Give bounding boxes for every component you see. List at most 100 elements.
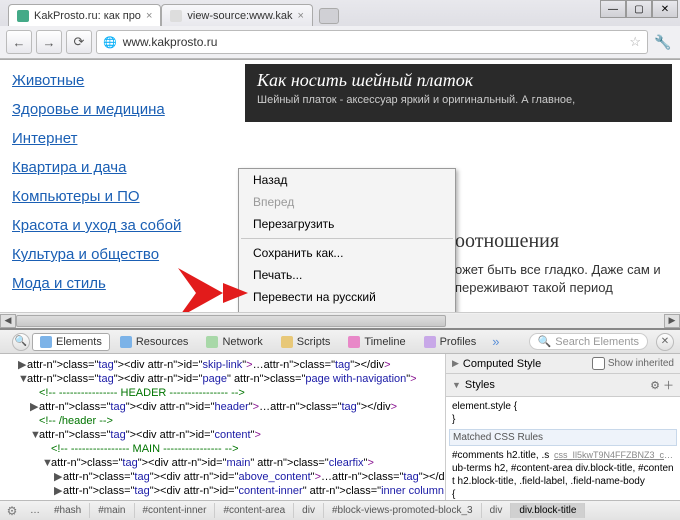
new-tab-button[interactable] <box>319 8 339 24</box>
devtools-tab-elements[interactable]: Elements <box>32 333 110 351</box>
context-menu-item[interactable]: Печать... <box>239 264 455 286</box>
breadcrumb-item[interactable]: #hash <box>46 503 90 518</box>
elements-icon <box>40 336 52 348</box>
inspect-button[interactable]: 🔍 <box>12 333 30 351</box>
window-controls: — ▢ ✕ <box>600 0 678 18</box>
dom-tree-node[interactable]: ▶attr-n">class="tag"><div attr-n">id="co… <box>6 484 439 498</box>
devtools-toolbar: 🔍 ElementsResourcesNetworkScriptsTimelin… <box>0 330 680 354</box>
breadcrumb-item[interactable]: div <box>294 503 324 518</box>
tab-close-icon[interactable]: × <box>298 10 304 22</box>
disclosure-triangle-icon[interactable]: ▶ <box>54 470 63 484</box>
dom-tree-node[interactable]: <!-- ---------------- MAIN -------------… <box>6 442 439 456</box>
styles-pane: ▶ Computed Style Show inherited ▼ Styles… <box>445 354 680 500</box>
bookmark-star-icon[interactable]: ☆ <box>629 34 641 50</box>
disclosure-triangle-icon[interactable]: ▶ <box>30 400 39 414</box>
css-source-link[interactable]: css_Il5kwT9N4FFZBNZ3_c1LOW <box>554 449 674 462</box>
context-menu-item[interactable]: Перезагрузить <box>239 213 455 235</box>
computed-style-label: Computed Style <box>463 358 541 370</box>
disclosure-triangle-icon[interactable]: ▼ <box>452 380 461 390</box>
scroll-track[interactable] <box>16 314 664 328</box>
article-preview: оотношения ожет быть все гладко. Даже са… <box>455 230 672 297</box>
browser-tab[interactable]: view-source:www.kak × <box>161 4 313 26</box>
tab-close-icon[interactable]: × <box>146 10 152 22</box>
category-link[interactable]: Здоровье и медицина <box>12 95 227 124</box>
favicon-icon <box>17 10 29 22</box>
matched-rules-label: Matched CSS Rules <box>449 429 677 446</box>
browser-tab[interactable]: KakProsto.ru: как про × <box>8 4 161 26</box>
dom-tree-node[interactable]: <!-- /header --> <box>6 414 439 428</box>
dom-tree-node[interactable]: ▶attr-n">class="tag"><div attr-n">id="ab… <box>6 470 439 484</box>
page-horizontal-scrollbar[interactable]: ◀ ▶ <box>0 312 680 328</box>
show-inherited-checkbox[interactable]: Show inherited <box>592 357 674 370</box>
window-close-button[interactable]: ✕ <box>652 0 678 18</box>
devtools-close-button[interactable]: ✕ <box>656 333 674 351</box>
reload-button[interactable]: ⟳ <box>66 30 92 54</box>
context-menu-item[interactable]: Сохранить как... <box>239 242 455 264</box>
dom-tree-node[interactable]: ▼attr-n">class="tag"><div attr-n">id="ma… <box>6 456 439 470</box>
category-link[interactable]: Квартира и дача <box>12 153 227 182</box>
hero-banner: Как носить шейный платок Шейный платок -… <box>245 64 672 122</box>
tab-title: KakProsto.ru: как про <box>34 10 141 22</box>
styles-body[interactable]: element.style { } Matched CSS Rules css_… <box>446 397 680 500</box>
devtools-tab-profiles[interactable]: Profiles <box>416 333 485 351</box>
disclosure-triangle-icon[interactable]: ▼ <box>42 456 51 470</box>
devtools-search-input[interactable]: 🔍 Search Elements <box>529 333 648 350</box>
disclosure-triangle-icon[interactable]: ▼ <box>30 428 39 442</box>
hero-title: Как носить шейный платок <box>257 70 660 91</box>
url-text: www.kakprosto.ru <box>123 35 624 49</box>
context-menu-item[interactable]: Назад <box>239 169 455 191</box>
devtools-breadcrumbs[interactable]: ⚙ …#hash#main#content-inner#content-area… <box>0 500 680 520</box>
devtools-tab-resources[interactable]: Resources <box>112 333 197 351</box>
disclosure-triangle-icon[interactable]: ▶ <box>54 484 63 498</box>
gear-icon[interactable]: ⚙ <box>4 503 20 519</box>
breadcrumb-item[interactable]: … <box>24 503 46 518</box>
disclosure-triangle-icon[interactable]: ▶ <box>452 358 459 369</box>
category-link[interactable]: Компьютеры и ПО <box>12 182 227 211</box>
context-menu-item[interactable]: Перевести на русский <box>239 286 455 308</box>
category-link[interactable]: Животные <box>12 66 227 95</box>
breadcrumb-item[interactable]: div <box>482 503 512 518</box>
disclosure-triangle-icon[interactable]: ▼ <box>18 372 27 386</box>
dom-tree-node[interactable]: ▼attr-n">class="tag"><div attr-n">id="co… <box>6 428 439 442</box>
browser-chrome: — ▢ ✕ KakProsto.ru: как про × view-sourc… <box>0 0 680 60</box>
forward-button[interactable]: → <box>36 30 62 54</box>
window-maximize-button[interactable]: ▢ <box>626 0 652 18</box>
devtools-more-button[interactable]: » <box>486 334 505 349</box>
elements-tree[interactable]: ▶attr-n">class="tag"><div attr-n">id="sk… <box>0 354 445 500</box>
scroll-thumb[interactable] <box>16 315 446 327</box>
annotation-arrow-right <box>430 305 510 312</box>
dom-tree-node[interactable]: ▶attr-n">class="tag"><div attr-n">id="he… <box>6 400 439 414</box>
scroll-left-button[interactable]: ◀ <box>0 314 16 328</box>
wrench-menu-button[interactable]: 🔧 <box>652 31 674 53</box>
computed-style-header[interactable]: ▶ Computed Style Show inherited <box>446 354 680 374</box>
styles-header[interactable]: ▼ Styles ⚙ ＋ <box>446 374 680 397</box>
article-body: ожет быть все гладко. Даже сам и пережив… <box>455 261 672 297</box>
breadcrumb-item[interactable]: div.block-title <box>511 503 585 518</box>
back-button[interactable]: ← <box>6 30 32 54</box>
window-minimize-button[interactable]: — <box>600 0 626 18</box>
hero-subtitle: Шейный платок - аксессуар яркий и оригин… <box>257 94 660 106</box>
search-placeholder: Search Elements <box>555 336 639 348</box>
dom-tree-node[interactable]: ▼attr-n">class="tag"><div attr-n">id="pa… <box>6 372 439 386</box>
breadcrumb-item[interactable]: #main <box>90 503 134 518</box>
breadcrumb-item[interactable]: #block-views-promoted-block_3 <box>324 503 482 518</box>
breadcrumb-item[interactable]: #content-inner <box>135 503 216 518</box>
disclosure-triangle-icon[interactable]: ▶ <box>18 358 27 372</box>
timeline-icon <box>348 336 360 348</box>
devtools-panel: 🔍 ElementsResourcesNetworkScriptsTimelin… <box>0 328 680 520</box>
dom-tree-node[interactable]: ▶attr-n">class="tag"><div attr-n">id="sk… <box>6 358 439 372</box>
category-link[interactable]: Красота и уход за собой <box>12 211 227 240</box>
devtools-body: ▶attr-n">class="tag"><div attr-n">id="sk… <box>0 354 680 500</box>
dom-tree-node[interactable]: <!-- ---------------- HEADER -----------… <box>6 386 439 400</box>
styles-options-icon[interactable]: ⚙ ＋ <box>650 377 674 393</box>
css-brace: } <box>452 413 674 426</box>
devtools-tab-scripts[interactable]: Scripts <box>273 333 339 351</box>
devtools-tab-timeline[interactable]: Timeline <box>340 333 413 351</box>
address-bar[interactable]: 🌐 www.kakprosto.ru ☆ <box>96 30 648 54</box>
context-menu-item[interactable]: Просмотр кода страницы <box>239 308 455 312</box>
category-link[interactable]: Интернет <box>12 124 227 153</box>
menu-separator <box>241 238 453 239</box>
devtools-tab-network[interactable]: Network <box>198 333 270 351</box>
scroll-right-button[interactable]: ▶ <box>664 314 680 328</box>
breadcrumb-item[interactable]: #content-area <box>215 503 294 518</box>
